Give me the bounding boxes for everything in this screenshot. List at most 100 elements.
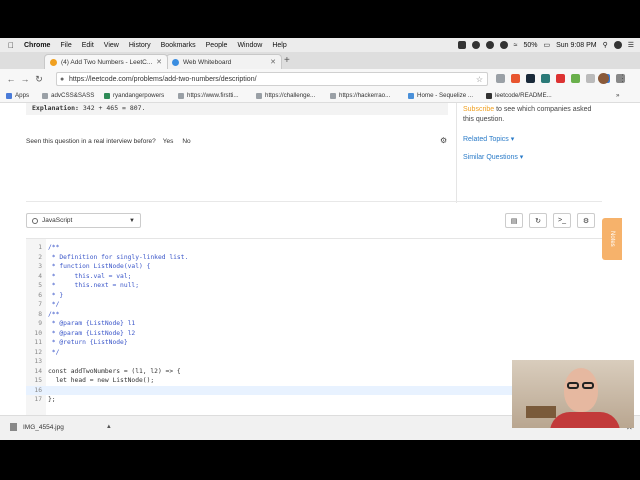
clock[interactable]: Sun 9:08 PM [556, 42, 596, 49]
extension-icon[interactable] [586, 74, 595, 83]
code-line[interactable]: 3 * function ListNode(val) { [26, 262, 602, 272]
battery-icon[interactable]: ▭ [543, 41, 550, 49]
extension-icon[interactable] [496, 74, 505, 83]
bookmark-label: Home - Sequelize ... [417, 92, 474, 99]
interview-question-prompt: Seen this question in a real interview b… [26, 138, 193, 145]
mac-menubar:  Chrome File Edit View History Bookmark… [0, 38, 640, 52]
menu-help[interactable]: Help [272, 42, 286, 49]
explanation-label: Explanation: [32, 104, 79, 112]
record-icon[interactable] [457, 41, 466, 49]
code-text: * Definition for singly-linked list. [48, 253, 189, 261]
download-filename: IMG_4554.jpg [23, 423, 64, 431]
tab-leetcode[interactable]: (4) Add Two Numbers - LeetC... ✕ [44, 54, 168, 69]
forward-arrow-icon[interactable]: → [18, 74, 32, 84]
code-text: * } [48, 291, 64, 299]
line-number: 6 [38, 291, 42, 299]
close-tab-icon[interactable]: ✕ [270, 58, 276, 66]
similar-questions-link[interactable]: Similar Questions ▾ [463, 153, 523, 161]
extension-icon[interactable] [571, 74, 580, 83]
code-line[interactable]: 5 * this.next = null; [26, 281, 602, 291]
settings-gear-icon[interactable]: ⚙ [440, 136, 447, 145]
code-line[interactable]: 12 */ [26, 348, 602, 358]
browser-toolbar: ← → ↻ ● https://leetcode.com/problems/ad… [0, 69, 640, 89]
status-icon[interactable] [471, 41, 480, 49]
tab-web-whiteboard[interactable]: Web Whiteboard ✕ [166, 54, 282, 69]
menu-people[interactable]: People [206, 42, 228, 49]
webcam-overlay [512, 360, 634, 428]
download-item[interactable]: IMG_4554.jpg ▲ [10, 423, 112, 431]
lock-icon[interactable]: ● [60, 76, 64, 83]
back-arrow-icon[interactable]: ← [4, 74, 18, 84]
bookmark-item[interactable]: advCSS&SASS [42, 92, 94, 99]
menu-window[interactable]: Window [237, 42, 262, 49]
spotlight-icon[interactable]: ⚲ [603, 41, 608, 49]
menu-file[interactable]: File [60, 42, 71, 49]
chevron-up-icon[interactable]: ▲ [106, 424, 112, 430]
user-icon[interactable] [613, 41, 622, 49]
extension-icon[interactable] [556, 74, 565, 83]
editor-settings-button[interactable]: ⚙ [577, 213, 595, 228]
bookmarks-overflow-icon[interactable]: » [616, 92, 619, 99]
line-number: 7 [38, 301, 42, 308]
bluetooth-icon[interactable] [499, 41, 508, 49]
subscribe-note: Subscribe to see which companies asked t… [463, 105, 595, 125]
bookmark-star-icon[interactable]: ☆ [476, 75, 483, 84]
profile-avatar[interactable] [598, 73, 609, 84]
notes-tab[interactable]: Notes [602, 218, 622, 260]
code-line[interactable]: 10 * @param {ListNode} l2 [26, 329, 602, 339]
bookmark-apps[interactable]: Apps [6, 92, 29, 99]
code-line[interactable]: 4 * this.val = val; [26, 272, 602, 282]
page-icon [330, 92, 336, 99]
line-number: 13 [34, 358, 42, 365]
notification-center-icon[interactable]: ☰ [628, 41, 634, 49]
close-tab-icon[interactable]: ✕ [156, 58, 162, 66]
timer-icon[interactable] [485, 41, 494, 49]
code-line[interactable]: 9 * @param {ListNode} l1 [26, 319, 602, 329]
bookmark-item[interactable]: leetcode/README... [486, 92, 552, 99]
chevron-down-icon: ▼ [129, 217, 135, 224]
code-line[interactable]: 6 * } [26, 291, 602, 301]
bookmark-item[interactable]: https://challenge... [256, 92, 315, 99]
apple-icon[interactable]:  [8, 41, 14, 50]
related-topics-link[interactable]: Related Topics ▾ [463, 135, 514, 143]
menu-view[interactable]: View [104, 42, 119, 49]
reset-code-button[interactable]: ↻ [529, 213, 547, 228]
webcam-shelf [526, 406, 556, 418]
extension-icon[interactable] [541, 74, 550, 83]
code-text: }; [48, 396, 56, 403]
line-number: 10 [34, 329, 42, 337]
no-button[interactable]: No [180, 138, 192, 145]
reload-icon[interactable]: ↻ [32, 74, 46, 85]
extension-icon[interactable] [526, 74, 535, 83]
code-line[interactable]: 2 * Definition for singly-linked list. [26, 253, 602, 263]
bookmark-item[interactable]: https://hackerrao... [330, 92, 390, 99]
menu-edit[interactable]: Edit [82, 42, 94, 49]
code-line[interactable]: 7 */ [26, 300, 602, 310]
bookmark-item[interactable]: Home - Sequelize ... [408, 92, 473, 99]
menu-app-name[interactable]: Chrome [24, 42, 50, 49]
webcam-person-shirt [550, 412, 620, 428]
bookmark-item[interactable]: https://www.firstti... [178, 92, 239, 99]
subscribe-link[interactable]: Subscribe [463, 106, 494, 113]
bookmark-label: leetcode/README... [495, 92, 552, 99]
file-icon [10, 423, 17, 431]
line-number: 14 [34, 367, 42, 375]
menu-bookmarks[interactable]: Bookmarks [161, 42, 196, 49]
folder-icon [42, 92, 48, 99]
extension-icon[interactable] [511, 74, 520, 83]
bookmark-item[interactable]: ryandangerpowers [104, 92, 164, 99]
address-bar[interactable]: ● https://leetcode.com/problems/add-two-… [56, 72, 488, 86]
notes-doc-button[interactable]: ▤ [505, 213, 523, 228]
code-line[interactable]: 11 * @return {ListNode} [26, 338, 602, 348]
new-tab-button[interactable]: + [284, 55, 290, 66]
language-select[interactable]: JavaScript ▼ [26, 213, 141, 228]
code-line[interactable]: 1 /** [26, 243, 602, 253]
chrome-menu-icon[interactable]: ⋮ [618, 73, 627, 84]
bookmarks-bar: Apps advCSS&SASS ryandangerpowers https:… [0, 89, 640, 103]
yes-button[interactable]: Yes [161, 138, 176, 145]
console-button[interactable]: >_ [553, 213, 571, 228]
code-line[interactable]: 8 /** [26, 310, 602, 320]
menu-history[interactable]: History [129, 42, 151, 49]
explanation-value: 342 + 465 = 807. [82, 104, 146, 112]
wifi-icon[interactable]: ≈ [514, 42, 518, 49]
